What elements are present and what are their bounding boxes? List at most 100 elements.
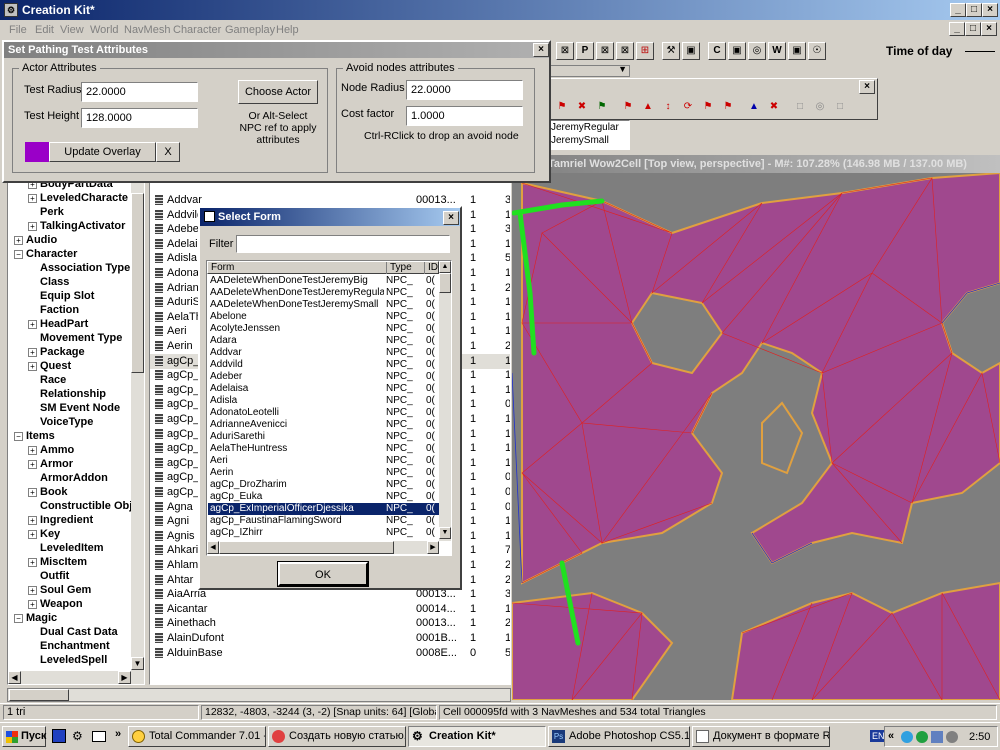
tree-expander-icon[interactable]: + <box>28 599 37 609</box>
nav-tool-4[interactable]: ⚑ <box>619 99 637 117</box>
tree-item[interactable]: Association Type <box>10 261 134 275</box>
minimize-button[interactable]: _ <box>950 3 966 17</box>
nav-tool-2[interactable]: ✖ <box>573 99 591 117</box>
overlay-x-button[interactable]: X <box>156 142 180 162</box>
nav-tool-12[interactable]: □ <box>791 99 809 117</box>
time-of-day-slider[interactable] <box>965 51 995 52</box>
nav-tool-11[interactable]: ✖ <box>765 99 783 117</box>
menu-world[interactable]: World <box>90 24 119 36</box>
tree-hscroll[interactable]: ◀ ▶ <box>8 671 144 684</box>
tree-item[interactable]: Class <box>10 275 134 289</box>
col-type-header[interactable]: Type <box>386 262 412 274</box>
tree-expander-icon[interactable]: − <box>14 249 23 259</box>
col-id-header[interactable]: ID <box>424 262 438 274</box>
tree-expander-icon[interactable]: + <box>28 515 37 525</box>
tree-expander-icon[interactable]: − <box>14 613 23 623</box>
tree-expander-icon[interactable]: + <box>28 487 37 497</box>
toolbar-btn-3[interactable]: ⊠ <box>596 42 614 60</box>
tree-item[interactable]: Movement Type <box>10 331 134 345</box>
tree-expander-icon[interactable]: + <box>28 557 37 567</box>
quicklaunch-disk-icon[interactable] <box>52 729 66 743</box>
menu-character[interactable]: Character <box>173 24 221 36</box>
form-scroll-up[interactable]: ▲ <box>439 261 451 273</box>
tray-monitor-icon[interactable] <box>931 731 943 743</box>
nav-tool-14[interactable]: □ <box>831 99 849 117</box>
toolbar-btn-9[interactable]: ▣ <box>728 42 746 60</box>
tree-item[interactable]: − Character <box>10 247 134 261</box>
form-list-row[interactable]: AdrianneAvenicci NPC_ 0( <box>208 419 440 431</box>
tree-expander-icon[interactable]: + <box>28 445 37 455</box>
tree-item[interactable]: Relationship <box>10 387 134 401</box>
tree-item[interactable]: ArmorAddon <box>10 471 134 485</box>
tree-item[interactable]: VoiceType <box>10 415 134 429</box>
form-list-row[interactable]: Addvar NPC_ 0( <box>208 347 440 359</box>
float-dropdown-arrow[interactable]: ▼ <box>618 64 627 74</box>
maximize-button[interactable]: □ <box>966 3 982 17</box>
mdi-minimize-button[interactable]: _ <box>949 22 965 36</box>
tree-item[interactable]: Constructible Obj <box>10 499 134 513</box>
form-list-row[interactable]: AADeleteWhenDoneTestJeremyRegular NPC_ 0( <box>208 287 440 299</box>
toolbar-btn-5[interactable]: ⊞ <box>636 42 654 60</box>
tree-item[interactable]: Perk <box>10 205 134 219</box>
tree-item[interactable]: Enchantment <box>10 639 134 653</box>
tree-item[interactable]: + Armor <box>10 457 134 471</box>
tree-item[interactable]: + TalkingActivator <box>10 219 134 233</box>
toolbar-btn-1[interactable]: ⊠ <box>556 42 574 60</box>
form-scroll-left[interactable]: ◀ <box>207 541 219 554</box>
tree-scroll-right[interactable]: ▶ <box>118 671 131 684</box>
tree-item[interactable]: − Magic <box>10 611 134 625</box>
form-list-row[interactable]: AADeleteWhenDoneTestJeremyBig NPC_ 0( <box>208 275 440 287</box>
update-overlay-button[interactable]: Update Overlay <box>49 142 156 162</box>
tree-expander-icon[interactable]: + <box>28 585 37 595</box>
tree-item[interactable]: SM Event Node <box>10 401 134 415</box>
tree-item[interactable]: + Ingredient <box>10 513 134 527</box>
tree-item[interactable]: LeveledSpell <box>10 653 134 667</box>
tray-app-icon[interactable] <box>916 731 928 743</box>
form-list-row[interactable]: agCp_IZhirr NPC_ 0( <box>208 527 440 539</box>
tree-item[interactable]: + HeadPart <box>10 317 134 331</box>
form-list-row[interactable]: AelaTheHuntress NPC_ 0( <box>208 443 440 455</box>
form-list-vscroll[interactable]: ▲ ▼ <box>439 261 451 541</box>
toolbar-btn-12[interactable]: ▣ <box>788 42 806 60</box>
tree-item[interactable]: + Ammo <box>10 443 134 457</box>
nav-tool-10[interactable]: ▲ <box>745 99 763 117</box>
task-browser[interactable]: Создать новую статью... <box>268 726 406 747</box>
tree-expander-icon[interactable]: + <box>28 193 37 203</box>
overlay-color-swatch[interactable] <box>25 142 49 162</box>
tree-item[interactable]: + Audio <box>10 233 134 247</box>
float-list-item[interactable]: JeremyRegular <box>551 121 629 134</box>
object-row[interactable]: AlduinBase 0008E... 0 5 <box>150 646 510 661</box>
form-list-row[interactable]: Adara NPC_ 0( <box>208 335 440 347</box>
toolbar-btn-7[interactable]: ▣ <box>682 42 700 60</box>
ok-button[interactable]: OK <box>277 561 369 587</box>
tree-expander-icon[interactable]: + <box>28 361 37 371</box>
cost-factor-input[interactable] <box>406 106 523 126</box>
float-list-item[interactable]: JeremySmall <box>551 134 629 147</box>
tray-network-icon[interactable] <box>901 731 913 743</box>
menu-gameplay[interactable]: Gameplay <box>225 24 275 36</box>
toolbar-btn-10[interactable]: ◎ <box>748 42 766 60</box>
form-list-row[interactable]: Aerin NPC_ 0( <box>208 467 440 479</box>
toolbar-btn-13[interactable]: ☉ <box>808 42 826 60</box>
tray-volume-icon[interactable] <box>946 731 958 743</box>
object-row[interactable]: Aicantar 00014... 1 1 <box>150 602 510 617</box>
tree-expander-icon[interactable]: + <box>14 235 23 245</box>
menu-help[interactable]: Help <box>276 24 299 36</box>
form-scroll-thumb[interactable] <box>439 273 451 293</box>
test-height-input[interactable] <box>81 108 198 128</box>
form-scroll-down[interactable]: ▼ <box>439 527 451 539</box>
form-list-row[interactable]: AduriSarethi NPC_ 0( <box>208 431 440 443</box>
mdi-close-button[interactable]: × <box>981 22 997 36</box>
tree-expander-icon[interactable]: + <box>28 529 37 539</box>
nav-tool-6[interactable]: ↕ <box>659 99 677 117</box>
form-list-row[interactable]: Aeri NPC_ 0( <box>208 455 440 467</box>
nav-tool-3[interactable]: ⚑ <box>593 99 611 117</box>
form-list-row[interactable]: agCp_Euka NPC_ 0( <box>208 491 440 503</box>
choose-actor-button[interactable]: Choose Actor <box>238 80 318 104</box>
tree-expander-icon[interactable]: + <box>28 347 37 357</box>
filter-input[interactable] <box>236 235 450 253</box>
nav-tool-7[interactable]: ⟳ <box>679 99 697 117</box>
tree-item[interactable]: LeveledItem <box>10 541 134 555</box>
tree-scroll-down[interactable]: ▼ <box>131 657 144 670</box>
toolbar-btn-c[interactable]: C <box>708 42 726 60</box>
